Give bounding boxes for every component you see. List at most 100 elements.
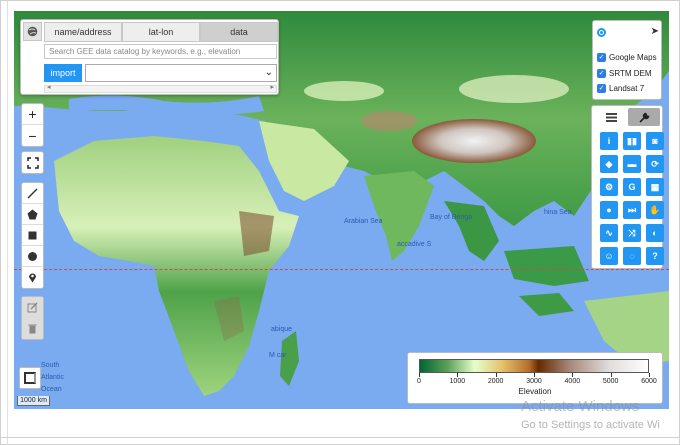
refresh-icon: ⟳: [651, 158, 659, 169]
legend-tick-label: 0: [417, 378, 421, 385]
draw-polygon-button[interactable]: [22, 204, 43, 225]
help-button[interactable]: ?: [646, 247, 664, 265]
draw-circle-button[interactable]: [22, 246, 43, 267]
fast-forward-button[interactable]: ⏭: [623, 201, 641, 219]
legend-tick-label: 6000: [641, 378, 657, 385]
eraser-button[interactable]: ◆: [600, 155, 618, 173]
shuffle-button[interactable]: ⤨: [623, 224, 641, 242]
camera-icon: ◙: [652, 136, 658, 146]
map-icon: ▦: [650, 181, 660, 192]
draw-toolbar: [21, 182, 44, 289]
chevron-down-icon: ⌄: [264, 67, 273, 78]
legend-tick-label: 5000: [602, 378, 619, 385]
shuffle-icon: ⤨: [628, 227, 636, 238]
search-panel: name/address lat-lon data Search GEE dat…: [20, 19, 279, 95]
zoom-out-button[interactable]: −: [22, 125, 43, 146]
layer-list-panel: ➤ ✓ Google Maps ✓ SRTM DEM ✓ Landsat 7: [592, 20, 662, 100]
edit-toolbar: [21, 296, 44, 340]
zoom-in-button[interactable]: +: [22, 104, 43, 125]
polygon-icon: [27, 209, 38, 219]
layer-row-landsat-7[interactable]: ✓ Landsat 7: [597, 82, 644, 94]
globe-button[interactable]: ●: [600, 201, 618, 219]
rectangle-icon: [28, 231, 37, 239]
legend-tick-mark: [495, 373, 497, 377]
tab-tools[interactable]: [628, 108, 660, 126]
line-chart-button[interactable]: ∿: [600, 224, 618, 242]
refresh-button[interactable]: ⟳: [646, 155, 664, 173]
map-button[interactable]: ▦: [646, 178, 664, 196]
legend-tick-mark: [419, 373, 420, 377]
legend-tick-mark: [649, 373, 650, 377]
layer-label: Landsat 7: [609, 83, 645, 93]
circle-icon: [28, 251, 37, 261]
wrench-icon: [638, 112, 649, 123]
checkbox-checked-icon[interactable]: ✓: [597, 68, 606, 78]
folder-button[interactable]: ▬: [623, 155, 641, 173]
globe-icon: ●: [606, 205, 612, 215]
bay-of-bengal-label: Bay of Benga: [430, 214, 473, 221]
checkbox-checked-icon[interactable]: ✓: [597, 52, 606, 62]
scroll-left-icon[interactable]: ◂: [47, 83, 51, 91]
spinner-icon: ◌: [629, 251, 635, 261]
arabian-sea-label: Arabian Sea: [344, 218, 383, 225]
layer-toggle-button[interactable]: [19, 367, 41, 389]
dataset-select[interactable]: ⌄: [85, 64, 277, 82]
trash-icon: [28, 324, 37, 334]
mozambique-label: abique: [271, 326, 293, 333]
google-button[interactable]: G: [623, 178, 641, 196]
legend-tick-label: 4000: [564, 378, 581, 385]
china-sea-label: hina Sea: [544, 209, 572, 216]
globe-icon: [27, 26, 38, 37]
spinner-button[interactable]: ◌: [623, 247, 641, 265]
gears-button[interactable]: ⚙: [600, 178, 618, 196]
tab-layers[interactable]: [595, 108, 627, 126]
globe-button[interactable]: [23, 22, 42, 41]
search-input[interactable]: Search GEE data catalog by keywords, e.g…: [44, 44, 277, 59]
draw-marker-button[interactable]: [22, 267, 43, 288]
info-button[interactable]: i: [600, 132, 618, 150]
marker-icon: [29, 273, 36, 283]
draw-polyline-button[interactable]: [22, 183, 43, 204]
layer-square-icon: [24, 372, 36, 384]
zoom-control: + −: [21, 103, 44, 147]
draw-rectangle-button[interactable]: [22, 225, 43, 246]
basemap-radio[interactable]: [597, 28, 606, 37]
contrast-button[interactable]: ◐: [646, 224, 664, 242]
delete-layers-button[interactable]: [22, 318, 43, 339]
hand-button[interactable]: ✋: [646, 201, 664, 219]
import-button[interactable]: import: [44, 64, 82, 82]
chart-button[interactable]: ▮▮: [623, 132, 641, 150]
checkbox-checked-icon[interactable]: ✓: [597, 83, 606, 93]
help-icon: ?: [652, 251, 658, 261]
contrast-icon: ◐: [652, 228, 658, 238]
layer-row-google-maps[interactable]: ✓ Google Maps: [597, 51, 657, 63]
legend-tick-mark: [457, 373, 459, 377]
fullscreen-button[interactable]: [22, 152, 43, 173]
edit-layers-button[interactable]: [22, 297, 43, 318]
tab-name-address[interactable]: name/address: [44, 22, 122, 42]
legend-tick-mark: [534, 373, 535, 377]
legend-color-bar: [419, 359, 649, 373]
south-atlantic-label-3: Ocean: [41, 386, 62, 393]
watermark-title: Activate Windows: [521, 398, 640, 415]
layer-label: SRTM DEM: [609, 68, 652, 78]
tab-data[interactable]: data: [200, 22, 278, 42]
layers-icon: [605, 112, 617, 122]
folder-icon: ▬: [627, 159, 637, 169]
scroll-right-icon[interactable]: ▸: [270, 83, 274, 91]
smile-button[interactable]: ☺: [600, 247, 618, 265]
layer-row-srtm-dem[interactable]: ✓ SRTM DEM: [597, 67, 652, 79]
scale-bar: 1000 km: [17, 396, 50, 406]
legend-tick-label: 2000: [487, 378, 504, 385]
bottom-divider: [1, 437, 680, 438]
info-icon: i: [607, 136, 611, 146]
cursor-icon: ➤: [650, 26, 659, 37]
legend-title: Elevation: [518, 387, 552, 396]
camera-button[interactable]: ◙: [646, 132, 664, 150]
madagascar-label: M car: [269, 352, 287, 359]
south-atlantic-label-2: Atlantic: [41, 374, 64, 381]
horizontal-scrollbar[interactable]: ◂ ▸: [44, 83, 277, 93]
legend-tick-mark: [572, 373, 574, 377]
tab-lat-lon[interactable]: lat-lon: [122, 22, 200, 42]
gears-icon: ⚙: [604, 181, 614, 192]
